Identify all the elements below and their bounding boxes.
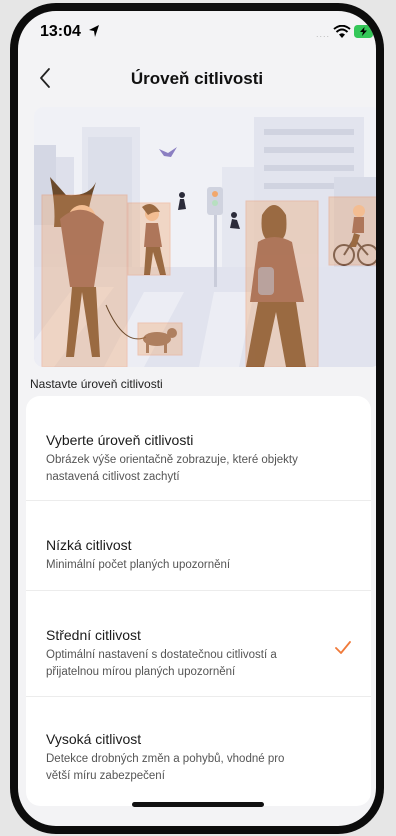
location-arrow-icon <box>89 25 99 37</box>
person-right <box>245 200 319 367</box>
status-time: 13:04 <box>40 23 81 40</box>
status-bar: 13:04 .... <box>18 11 376 55</box>
home-indicator <box>132 802 264 807</box>
cyclist <box>328 196 376 266</box>
option-description: Detekce drobných změn a pohybů, vhodné p… <box>46 753 285 782</box>
option-description: Minimální počet planých upozornění <box>46 559 231 571</box>
option-low[interactable]: Nízká citlivost Minimální počet planých … <box>26 500 371 591</box>
intro-row: Vyberte úroveň citlivosti Obrázek výše o… <box>26 396 371 500</box>
person-left <box>41 177 128 367</box>
person-walking <box>127 202 171 276</box>
sensitivity-options-card: Vyberte úroveň citlivosti Obrázek výše o… <box>26 396 371 806</box>
sensitivity-caption: Nastavte úroveň citlivosti <box>30 377 163 391</box>
page-title: Úroveň citlivosti <box>130 69 264 88</box>
option-medium[interactable]: Střední citlivost Optimální nastavení s … <box>26 590 371 697</box>
intro-description: Obrázek výše orientačně zobrazuje, které… <box>46 454 298 483</box>
signal-dots-icon: .... <box>316 29 331 39</box>
nav-bar: Úroveň citlivosti <box>18 59 376 99</box>
option-title: Střední citlivost <box>46 627 141 643</box>
checkmark-icon <box>335 641 351 654</box>
wifi-icon <box>333 25 351 38</box>
option-title: Nízká citlivost <box>46 537 132 553</box>
battery-charging-icon <box>354 25 376 38</box>
option-description: Optimální nastavení s dostatečnou citliv… <box>46 649 277 678</box>
option-title: Vysoká citlivost <box>46 731 142 747</box>
intro-title: Vyberte úroveň citlivosti <box>46 432 194 448</box>
pedestrian-detection-illustration <box>34 107 376 367</box>
option-high[interactable]: Vysoká citlivost Detekce drobných změn a… <box>26 696 371 806</box>
